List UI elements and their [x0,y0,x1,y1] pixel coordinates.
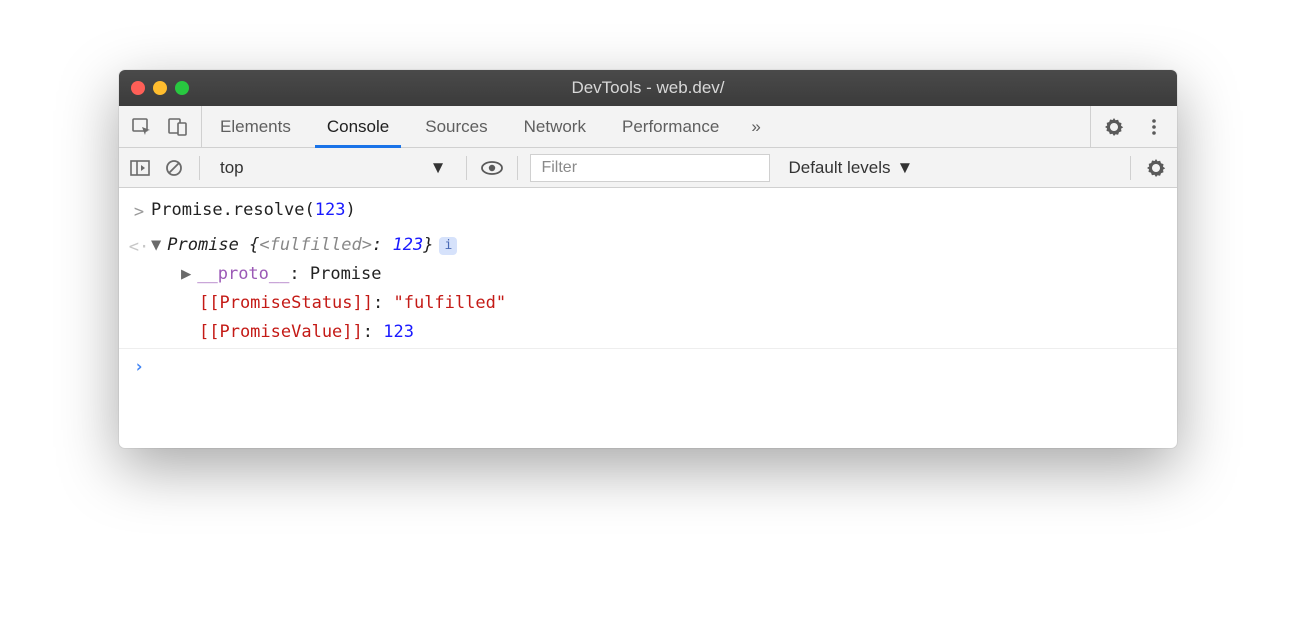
device-toolbar-icon[interactable] [165,114,191,140]
separator [517,156,518,180]
value-key: [[PromiseValue]] [199,322,363,342]
execution-context-select[interactable]: top ▼ [212,158,454,178]
status-key: [[PromiseStatus]] [199,293,373,313]
settings-icon[interactable] [1101,114,1127,140]
expr-suffix: ) [345,200,355,220]
console-output-row: <· ▼Promise {<fulfilled>: 123}i ▶__proto… [119,229,1177,350]
close-window-button[interactable] [131,81,145,95]
context-label: top [220,158,244,178]
output-content: ▼Promise {<fulfilled>: 123}i ▶__proto__:… [151,231,1167,347]
kebab-menu-icon[interactable] [1141,114,1167,140]
chevron-down-icon: ▼ [897,158,914,178]
separator [199,156,200,180]
info-icon[interactable]: i [439,237,457,255]
chevron-more-icon: » [751,117,760,137]
object-tree: ▶__proto__: Promise [[PromiseStatus]]: "… [151,260,1167,347]
tab-sources[interactable]: Sources [407,106,505,147]
toolbar-left [119,106,202,147]
toolbar-right [1090,106,1177,147]
titlebar: DevTools - web.dev/ [119,70,1177,106]
panel-tabs: Elements Console Sources Network Perform… [202,106,1090,147]
expr-prefix: Promise.resolve( [151,200,315,220]
tab-label: Performance [622,117,719,137]
levels-label: Default levels [788,158,890,178]
clear-console-icon[interactable] [161,155,187,181]
live-expression-icon[interactable] [479,155,505,181]
minimize-window-button[interactable] [153,81,167,95]
chevron-down-icon: ▼ [430,158,447,178]
console-body: > Promise.resolve(123) <· ▼Promise {<ful… [119,188,1177,448]
value-value: 123 [383,322,414,342]
tab-network[interactable]: Network [506,106,604,147]
object-summary[interactable]: ▼Promise {<fulfilled>: 123}i [151,231,1167,260]
proto-key: __proto__ [197,264,289,284]
separator [1130,156,1131,180]
window-title: DevTools - web.dev/ [119,78,1177,98]
status-value: "fulfilled" [393,293,506,313]
disclosure-right-icon[interactable]: ▶ [181,260,191,289]
output-marker-icon: <· [127,231,151,262]
separator [466,156,467,180]
expr-arg: 123 [315,200,346,220]
more-tabs-button[interactable]: » [737,106,774,147]
console-settings-icon[interactable] [1143,155,1169,181]
tab-label: Sources [425,117,487,137]
fullscreen-window-button[interactable] [175,81,189,95]
tab-label: Console [327,117,389,137]
log-levels-select[interactable]: Default levels ▼ [778,158,923,178]
tab-label: Elements [220,117,291,137]
promise-state-inline: <fulfilled> [259,235,372,255]
object-name: Promise [167,235,239,255]
console-input-row: > Promise.resolve(123) [119,194,1177,229]
tab-label: Network [524,117,586,137]
proto-row[interactable]: ▶__proto__: Promise [181,260,1167,289]
console-prompt-row[interactable]: › [119,349,1177,384]
filter-input[interactable] [530,154,770,182]
disclosure-down-icon[interactable]: ▼ [151,231,161,260]
promise-value-row[interactable]: [[PromiseValue]]: 123 [181,318,1167,347]
promise-status-row[interactable]: [[PromiseStatus]]: "fulfilled" [181,289,1167,318]
tab-performance[interactable]: Performance [604,106,737,147]
devtools-window: DevTools - web.dev/ Elements Console Sou… [119,70,1177,448]
prompt-icon: › [127,351,151,382]
console-toolbar: top ▼ Default levels ▼ [119,148,1177,188]
input-marker-icon: > [127,196,151,227]
tab-elements[interactable]: Elements [202,106,309,147]
tab-console[interactable]: Console [309,106,407,147]
traffic-lights [131,81,189,95]
sidebar-toggle-icon[interactable] [127,155,153,181]
proto-value: Promise [310,264,382,284]
main-toolbar: Elements Console Sources Network Perform… [119,106,1177,148]
inspect-element-icon[interactable] [129,114,155,140]
promise-value-inline: 123 [392,235,423,255]
console-expression[interactable]: Promise.resolve(123) [151,196,1167,225]
